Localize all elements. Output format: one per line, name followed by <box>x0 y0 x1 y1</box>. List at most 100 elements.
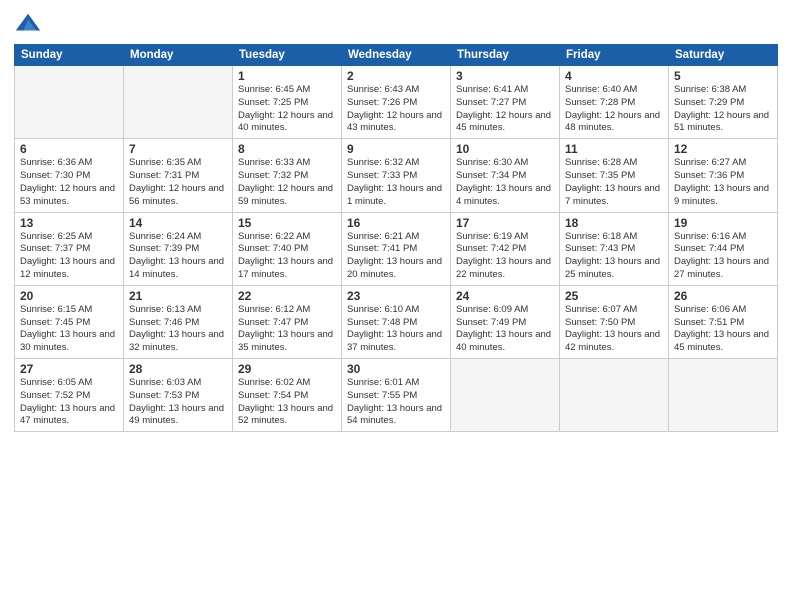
day-number: 5 <box>674 69 772 83</box>
calendar-cell: 29Sunrise: 6:02 AM Sunset: 7:54 PM Dayli… <box>233 359 342 432</box>
day-number: 6 <box>20 142 118 156</box>
day-number: 27 <box>20 362 118 376</box>
day-number: 10 <box>456 142 554 156</box>
day-number: 29 <box>238 362 336 376</box>
calendar-cell: 4Sunrise: 6:40 AM Sunset: 7:28 PM Daylig… <box>560 66 669 139</box>
day-number: 22 <box>238 289 336 303</box>
day-info: Sunrise: 6:45 AM Sunset: 7:25 PM Dayligh… <box>238 84 336 135</box>
calendar-cell: 3Sunrise: 6:41 AM Sunset: 7:27 PM Daylig… <box>451 66 560 139</box>
calendar-cell: 8Sunrise: 6:33 AM Sunset: 7:32 PM Daylig… <box>233 139 342 212</box>
calendar-cell: 14Sunrise: 6:24 AM Sunset: 7:39 PM Dayli… <box>124 212 233 285</box>
day-info: Sunrise: 6:05 AM Sunset: 7:52 PM Dayligh… <box>20 377 118 428</box>
day-info: Sunrise: 6:25 AM Sunset: 7:37 PM Dayligh… <box>20 231 118 282</box>
calendar-table: SundayMondayTuesdayWednesdayThursdayFrid… <box>14 44 778 432</box>
calendar-cell: 25Sunrise: 6:07 AM Sunset: 7:50 PM Dayli… <box>560 285 669 358</box>
day-info: Sunrise: 6:15 AM Sunset: 7:45 PM Dayligh… <box>20 304 118 355</box>
calendar-cell: 10Sunrise: 6:30 AM Sunset: 7:34 PM Dayli… <box>451 139 560 212</box>
day-info: Sunrise: 6:41 AM Sunset: 7:27 PM Dayligh… <box>456 84 554 135</box>
day-info: Sunrise: 6:24 AM Sunset: 7:39 PM Dayligh… <box>129 231 227 282</box>
day-info: Sunrise: 6:27 AM Sunset: 7:36 PM Dayligh… <box>674 157 772 208</box>
day-info: Sunrise: 6:35 AM Sunset: 7:31 PM Dayligh… <box>129 157 227 208</box>
calendar-cell: 12Sunrise: 6:27 AM Sunset: 7:36 PM Dayli… <box>669 139 778 212</box>
calendar-header-row: SundayMondayTuesdayWednesdayThursdayFrid… <box>15 45 778 66</box>
day-number: 11 <box>565 142 663 156</box>
day-number: 30 <box>347 362 445 376</box>
calendar-cell: 19Sunrise: 6:16 AM Sunset: 7:44 PM Dayli… <box>669 212 778 285</box>
day-number: 19 <box>674 216 772 230</box>
day-info: Sunrise: 6:02 AM Sunset: 7:54 PM Dayligh… <box>238 377 336 428</box>
day-info: Sunrise: 6:28 AM Sunset: 7:35 PM Dayligh… <box>565 157 663 208</box>
calendar-cell: 13Sunrise: 6:25 AM Sunset: 7:37 PM Dayli… <box>15 212 124 285</box>
day-number: 12 <box>674 142 772 156</box>
calendar-cell: 15Sunrise: 6:22 AM Sunset: 7:40 PM Dayli… <box>233 212 342 285</box>
day-info: Sunrise: 6:07 AM Sunset: 7:50 PM Dayligh… <box>565 304 663 355</box>
day-info: Sunrise: 6:10 AM Sunset: 7:48 PM Dayligh… <box>347 304 445 355</box>
day-info: Sunrise: 6:21 AM Sunset: 7:41 PM Dayligh… <box>347 231 445 282</box>
calendar-cell: 28Sunrise: 6:03 AM Sunset: 7:53 PM Dayli… <box>124 359 233 432</box>
calendar-week-row: 1Sunrise: 6:45 AM Sunset: 7:25 PM Daylig… <box>15 66 778 139</box>
calendar-cell <box>451 359 560 432</box>
day-number: 16 <box>347 216 445 230</box>
day-info: Sunrise: 6:19 AM Sunset: 7:42 PM Dayligh… <box>456 231 554 282</box>
calendar-cell: 23Sunrise: 6:10 AM Sunset: 7:48 PM Dayli… <box>342 285 451 358</box>
day-number: 17 <box>456 216 554 230</box>
day-info: Sunrise: 6:43 AM Sunset: 7:26 PM Dayligh… <box>347 84 445 135</box>
day-number: 18 <box>565 216 663 230</box>
calendar-cell: 6Sunrise: 6:36 AM Sunset: 7:30 PM Daylig… <box>15 139 124 212</box>
day-info: Sunrise: 6:32 AM Sunset: 7:33 PM Dayligh… <box>347 157 445 208</box>
calendar-header-tuesday: Tuesday <box>233 45 342 66</box>
day-info: Sunrise: 6:22 AM Sunset: 7:40 PM Dayligh… <box>238 231 336 282</box>
calendar-cell: 26Sunrise: 6:06 AM Sunset: 7:51 PM Dayli… <box>669 285 778 358</box>
calendar-cell: 24Sunrise: 6:09 AM Sunset: 7:49 PM Dayli… <box>451 285 560 358</box>
calendar-cell: 18Sunrise: 6:18 AM Sunset: 7:43 PM Dayli… <box>560 212 669 285</box>
calendar-week-row: 6Sunrise: 6:36 AM Sunset: 7:30 PM Daylig… <box>15 139 778 212</box>
day-info: Sunrise: 6:40 AM Sunset: 7:28 PM Dayligh… <box>565 84 663 135</box>
calendar-cell: 16Sunrise: 6:21 AM Sunset: 7:41 PM Dayli… <box>342 212 451 285</box>
calendar-header-saturday: Saturday <box>669 45 778 66</box>
day-number: 7 <box>129 142 227 156</box>
calendar-cell <box>15 66 124 139</box>
day-number: 4 <box>565 69 663 83</box>
calendar-cell: 5Sunrise: 6:38 AM Sunset: 7:29 PM Daylig… <box>669 66 778 139</box>
day-info: Sunrise: 6:18 AM Sunset: 7:43 PM Dayligh… <box>565 231 663 282</box>
day-number: 9 <box>347 142 445 156</box>
day-number: 1 <box>238 69 336 83</box>
calendar-header-sunday: Sunday <box>15 45 124 66</box>
calendar-cell: 9Sunrise: 6:32 AM Sunset: 7:33 PM Daylig… <box>342 139 451 212</box>
day-info: Sunrise: 6:38 AM Sunset: 7:29 PM Dayligh… <box>674 84 772 135</box>
day-info: Sunrise: 6:30 AM Sunset: 7:34 PM Dayligh… <box>456 157 554 208</box>
calendar-week-row: 20Sunrise: 6:15 AM Sunset: 7:45 PM Dayli… <box>15 285 778 358</box>
day-number: 21 <box>129 289 227 303</box>
day-number: 26 <box>674 289 772 303</box>
header <box>14 10 778 38</box>
day-info: Sunrise: 6:16 AM Sunset: 7:44 PM Dayligh… <box>674 231 772 282</box>
day-info: Sunrise: 6:36 AM Sunset: 7:30 PM Dayligh… <box>20 157 118 208</box>
day-number: 3 <box>456 69 554 83</box>
calendar-cell: 20Sunrise: 6:15 AM Sunset: 7:45 PM Dayli… <box>15 285 124 358</box>
calendar-cell: 21Sunrise: 6:13 AM Sunset: 7:46 PM Dayli… <box>124 285 233 358</box>
day-number: 15 <box>238 216 336 230</box>
calendar-cell: 11Sunrise: 6:28 AM Sunset: 7:35 PM Dayli… <box>560 139 669 212</box>
day-info: Sunrise: 6:01 AM Sunset: 7:55 PM Dayligh… <box>347 377 445 428</box>
day-info: Sunrise: 6:33 AM Sunset: 7:32 PM Dayligh… <box>238 157 336 208</box>
page: SundayMondayTuesdayWednesdayThursdayFrid… <box>0 0 792 612</box>
day-info: Sunrise: 6:03 AM Sunset: 7:53 PM Dayligh… <box>129 377 227 428</box>
calendar-cell: 30Sunrise: 6:01 AM Sunset: 7:55 PM Dayli… <box>342 359 451 432</box>
calendar-cell <box>560 359 669 432</box>
day-info: Sunrise: 6:13 AM Sunset: 7:46 PM Dayligh… <box>129 304 227 355</box>
calendar-cell: 2Sunrise: 6:43 AM Sunset: 7:26 PM Daylig… <box>342 66 451 139</box>
day-number: 23 <box>347 289 445 303</box>
day-info: Sunrise: 6:09 AM Sunset: 7:49 PM Dayligh… <box>456 304 554 355</box>
day-info: Sunrise: 6:06 AM Sunset: 7:51 PM Dayligh… <box>674 304 772 355</box>
day-number: 2 <box>347 69 445 83</box>
calendar-week-row: 13Sunrise: 6:25 AM Sunset: 7:37 PM Dayli… <box>15 212 778 285</box>
logo-icon <box>14 10 42 38</box>
calendar-cell <box>124 66 233 139</box>
calendar-cell: 22Sunrise: 6:12 AM Sunset: 7:47 PM Dayli… <box>233 285 342 358</box>
calendar-cell: 1Sunrise: 6:45 AM Sunset: 7:25 PM Daylig… <box>233 66 342 139</box>
day-number: 13 <box>20 216 118 230</box>
day-number: 8 <box>238 142 336 156</box>
day-info: Sunrise: 6:12 AM Sunset: 7:47 PM Dayligh… <box>238 304 336 355</box>
calendar-cell: 17Sunrise: 6:19 AM Sunset: 7:42 PM Dayli… <box>451 212 560 285</box>
calendar-week-row: 27Sunrise: 6:05 AM Sunset: 7:52 PM Dayli… <box>15 359 778 432</box>
